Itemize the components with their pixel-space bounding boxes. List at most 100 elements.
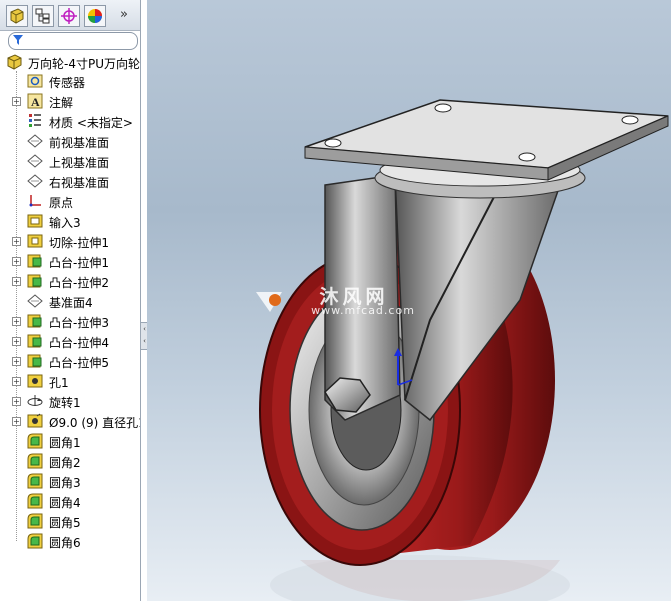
material-icon <box>29 114 41 127</box>
fillet-icon <box>27 453 43 469</box>
tree-item[interactable]: 圆角3 <box>0 471 140 491</box>
plane-icon <box>27 154 43 168</box>
expand-toggle[interactable]: + <box>12 337 21 346</box>
tree-item[interactable]: 圆角2 <box>0 451 140 471</box>
boss-extrude-icon <box>27 274 42 288</box>
tree-item[interactable]: + 孔1 <box>0 371 140 391</box>
tree-item[interactable]: 前视基准面 <box>0 131 140 151</box>
tree-item[interactable]: + 凸台-拉伸4 <box>0 331 140 351</box>
tree-item-label: 旋转1 <box>49 396 81 410</box>
expand-toggle[interactable]: + <box>12 277 21 286</box>
property-manager-tab[interactable] <box>32 5 54 27</box>
tree-item[interactable]: + 凸台-拉伸1 <box>0 251 140 271</box>
plane-icon <box>27 294 43 308</box>
tree-item[interactable]: 圆角1 <box>0 431 140 451</box>
plane-icon <box>27 134 43 148</box>
expand-toggle[interactable]: + <box>12 417 21 426</box>
expand-toggle[interactable]: + <box>12 317 21 326</box>
tree-item[interactable]: 上视基准面 <box>0 151 140 171</box>
plane-icon <box>27 174 43 188</box>
tree-item[interactable]: 基准面4 <box>0 291 140 311</box>
tree-item[interactable]: 圆角6 <box>0 531 140 551</box>
tree-item-label: 凸台-拉伸2 <box>49 276 109 290</box>
tree-item-label: 输入3 <box>49 216 81 230</box>
origin-icon <box>29 195 41 207</box>
tree-item[interactable]: + 凸台-拉伸2 <box>0 271 140 291</box>
tree-item-label: 凸台-拉伸1 <box>49 256 109 270</box>
tree-item-label: 凸台-拉伸3 <box>49 316 109 330</box>
tree-item-label: 凸台-拉伸5 <box>49 356 109 370</box>
expand-toggle[interactable]: + <box>12 237 21 246</box>
tree-item[interactable]: 圆角4 <box>0 491 140 511</box>
fillet-icon <box>27 533 43 549</box>
hole-wizard-icon <box>27 413 43 428</box>
fillet-icon <box>27 433 43 449</box>
manager-tabs: » <box>0 0 140 31</box>
tree-item-label: 圆角3 <box>49 476 81 490</box>
display-manager-tab[interactable] <box>84 5 106 27</box>
tree-item[interactable]: + Ø9.0 (9) 直径孔1 <box>0 411 140 431</box>
tree-item-label: 原点 <box>49 196 74 210</box>
expand-toggle[interactable]: + <box>12 257 21 266</box>
tree-item-label: Ø9.0 (9) 直径孔1 <box>49 416 141 430</box>
feature-manager-panel: » 万向轮-4寸PU万向轮 传感器 + A 注解材质 <未指定> 前视基准面 上视基准面右… <box>0 0 141 601</box>
boss-extrude-icon <box>27 354 42 368</box>
display-manager-icon <box>88 9 102 23</box>
graphics-area[interactable]: 沐风网 www.mfcad.com <box>147 0 671 601</box>
tree-item-label: 凸台-拉伸4 <box>49 336 109 350</box>
fillet-icon <box>27 513 43 529</box>
expand-toggle[interactable]: + <box>12 357 21 366</box>
configuration-manager-tab[interactable] <box>58 5 80 27</box>
tree-item[interactable]: 右视基准面 <box>0 171 140 191</box>
expand-toggle[interactable]: + <box>12 97 21 106</box>
boss-extrude-icon <box>27 314 42 328</box>
tree-item-label: 传感器 <box>49 76 86 90</box>
sensor-icon <box>27 74 43 88</box>
tree-item[interactable]: 传感器 <box>0 71 140 91</box>
tree-item-label: 右视基准面 <box>49 176 110 190</box>
watermark-url: www.mfcad.com <box>311 304 415 317</box>
feature-filter-input[interactable] <box>8 32 138 50</box>
tree-item[interactable]: 圆角5 <box>0 511 140 531</box>
tree-item-label: 圆角5 <box>49 516 81 530</box>
tree-item-label: 圆角2 <box>49 456 81 470</box>
tree-item[interactable]: 输入3 <box>0 211 140 231</box>
tree-item-label: 孔1 <box>49 376 69 390</box>
tree-item-label: 切除-拉伸1 <box>49 236 109 250</box>
fillet-icon <box>27 493 43 509</box>
part-icon <box>7 54 22 70</box>
tree-item-label: 圆角4 <box>49 496 81 510</box>
property-manager-icon <box>35 8 50 24</box>
tree-item-label: 前视基准面 <box>49 136 110 150</box>
tree-root-part[interactable]: 万向轮-4寸PU万向轮 <box>6 53 140 71</box>
tree-item[interactable]: 材质 <未指定> <box>0 111 140 131</box>
hole-icon <box>27 374 43 388</box>
tree-item[interactable]: 原点 <box>0 191 140 211</box>
tree-item-label: 注解 <box>49 96 74 110</box>
part-icon <box>10 8 24 24</box>
boss-extrude-icon <box>27 254 42 268</box>
more-tabs-button[interactable]: » <box>120 7 128 22</box>
tree-item-label: 基准面4 <box>49 296 93 310</box>
tree-item-label: 圆角1 <box>49 436 81 450</box>
tree-item-label: 圆角6 <box>49 536 81 550</box>
tree-root-label: 万向轮-4寸PU万向轮 <box>28 57 140 71</box>
filter-icon <box>13 35 23 45</box>
imported-icon <box>27 214 43 228</box>
tree-item[interactable]: + A 注解 <box>0 91 140 111</box>
cut-extrude-icon <box>27 234 43 248</box>
annotation-icon: A <box>27 93 43 109</box>
svg-text:A: A <box>31 95 40 109</box>
tree-item[interactable]: + 切除-拉伸1 <box>0 231 140 251</box>
expand-toggle[interactable]: + <box>12 377 21 386</box>
expand-toggle[interactable]: + <box>12 397 21 406</box>
feature-manager-tab[interactable] <box>6 5 28 27</box>
tree-item[interactable]: + 凸台-拉伸5 <box>0 351 140 371</box>
tree-item[interactable]: + 凸台-拉伸3 <box>0 311 140 331</box>
boss-extrude-icon <box>27 334 42 348</box>
tree-item-label: 材质 <未指定> <box>49 116 133 130</box>
tree-item[interactable]: + 旋转1 <box>0 391 140 411</box>
revolve-icon <box>27 395 43 406</box>
crosshair-icon <box>61 8 77 24</box>
fillet-icon <box>27 473 43 489</box>
